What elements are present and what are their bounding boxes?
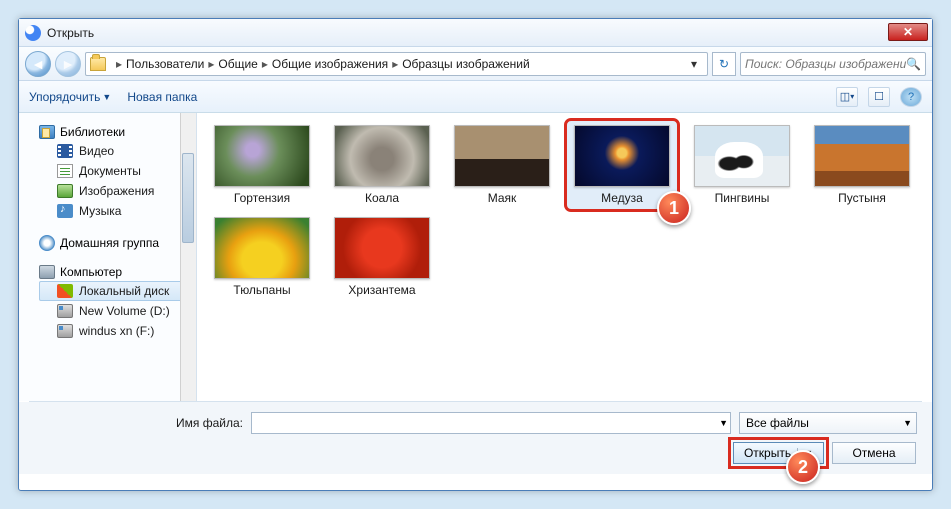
thumbnail: [214, 125, 310, 187]
tree-item-drive-f[interactable]: windus xn (F:): [39, 321, 192, 341]
thumbnail: [574, 125, 670, 187]
tree-item-local-disk[interactable]: Локальный диск: [39, 281, 192, 301]
search-icon: 🔍: [906, 57, 921, 71]
thumbnail: [214, 217, 310, 279]
file-item[interactable]: Маяк: [447, 121, 557, 209]
computer-icon: [39, 265, 55, 279]
navigation-pane: Библиотеки Видео Документы Изображения М…: [19, 113, 197, 401]
breadcrumb[interactable]: ▸ Пользователи ▸ Общие ▸ Общие изображен…: [112, 57, 530, 71]
forward-button[interactable]: ►: [55, 51, 81, 77]
tree-item-images[interactable]: Изображения: [39, 181, 192, 201]
chevron-down-icon[interactable]: ▼: [903, 418, 912, 428]
file-list[interactable]: Гортензия Коала Маяк Медуза 1 Пингвины П…: [197, 113, 932, 401]
thumbnail: [694, 125, 790, 187]
folder-icon: [90, 57, 106, 71]
image-icon: [57, 184, 73, 198]
search-box[interactable]: 🔍: [740, 52, 926, 76]
scrollbar-thumb[interactable]: [182, 153, 194, 243]
organize-menu[interactable]: Упорядочить ▼: [29, 90, 111, 104]
dialog-footer: Имя файла: ▼ Все файлы ▼ Открыть ▼ Отмен…: [19, 402, 932, 474]
file-item-selected[interactable]: Медуза 1: [567, 121, 677, 209]
hdd-icon: [57, 304, 73, 318]
tree-group-homegroup[interactable]: Домашняя группа: [39, 235, 192, 251]
nav-bar: ◄ ► ▸ Пользователи ▸ Общие ▸ Общие изобр…: [19, 47, 932, 81]
chrome-icon: [25, 25, 41, 41]
libraries-icon: [39, 125, 55, 139]
windows-drive-icon: [57, 284, 73, 298]
homegroup-icon: [39, 235, 55, 251]
dialog-body: Библиотеки Видео Документы Изображения М…: [19, 113, 932, 401]
hdd-icon: [57, 324, 73, 338]
file-item[interactable]: Тюльпаны: [207, 213, 317, 301]
view-mode-button[interactable]: ◫▾: [836, 87, 858, 107]
file-item[interactable]: Хризантема: [327, 213, 437, 301]
chevron-right-icon[interactable]: ▸: [258, 57, 272, 71]
tree-item-drive-d[interactable]: New Volume (D:): [39, 301, 192, 321]
tree-item-music[interactable]: Музыка: [39, 201, 192, 221]
tree-item-video[interactable]: Видео: [39, 141, 192, 161]
thumbnail: [454, 125, 550, 187]
sidebar-scrollbar[interactable]: [180, 113, 196, 401]
window-title: Открыть: [47, 26, 94, 40]
refresh-button[interactable]: ↻: [712, 52, 736, 76]
file-item[interactable]: Коала: [327, 121, 437, 209]
breadcrumb-item[interactable]: Пользователи: [126, 57, 204, 71]
new-folder-button[interactable]: Новая папка: [127, 90, 197, 104]
back-button[interactable]: ◄: [25, 51, 51, 77]
video-icon: [57, 144, 73, 158]
tree-group-libraries[interactable]: Библиотеки: [39, 125, 192, 139]
tree-item-documents[interactable]: Документы: [39, 161, 192, 181]
thumbnail: [334, 125, 430, 187]
preview-pane-button[interactable]: ☐: [868, 87, 890, 107]
address-bar[interactable]: ▸ Пользователи ▸ Общие ▸ Общие изображен…: [85, 52, 708, 76]
file-type-filter[interactable]: Все файлы ▼: [739, 412, 917, 434]
thumbnail: [334, 217, 430, 279]
file-item[interactable]: Гортензия: [207, 121, 317, 209]
chevron-right-icon[interactable]: ▸: [388, 57, 402, 71]
help-button[interactable]: ?: [900, 87, 922, 107]
address-dropdown[interactable]: ▾: [685, 57, 703, 71]
breadcrumb-item[interactable]: Общие: [218, 57, 257, 71]
search-input[interactable]: [745, 57, 906, 71]
open-file-dialog: Открыть ✕ ◄ ► ▸ Пользователи ▸ Общие ▸ О…: [18, 18, 933, 491]
breadcrumb-item[interactable]: Общие изображения: [272, 57, 388, 71]
cancel-button[interactable]: Отмена: [832, 442, 916, 464]
filename-label: Имя файла:: [33, 416, 243, 430]
chevron-right-icon[interactable]: ▸: [112, 57, 126, 71]
annotation-callout-2: 2: [786, 450, 820, 484]
tree-group-computer[interactable]: Компьютер: [39, 265, 192, 279]
breadcrumb-item[interactable]: Образцы изображений: [402, 57, 529, 71]
chevron-down-icon[interactable]: ▼: [719, 418, 728, 428]
titlebar: Открыть ✕: [19, 19, 932, 47]
music-icon: [57, 204, 73, 218]
toolbar: Упорядочить ▼ Новая папка ◫▾ ☐ ?: [19, 81, 932, 113]
file-item[interactable]: Пустыня: [807, 121, 917, 209]
chevron-right-icon[interactable]: ▸: [204, 57, 218, 71]
file-item[interactable]: Пингвины: [687, 121, 797, 209]
document-icon: [57, 164, 73, 178]
filename-input[interactable]: ▼: [251, 412, 731, 434]
thumbnail: [814, 125, 910, 187]
close-button[interactable]: ✕: [888, 23, 928, 41]
chevron-down-icon: ▼: [102, 92, 111, 102]
annotation-callout-1: 1: [657, 191, 691, 225]
